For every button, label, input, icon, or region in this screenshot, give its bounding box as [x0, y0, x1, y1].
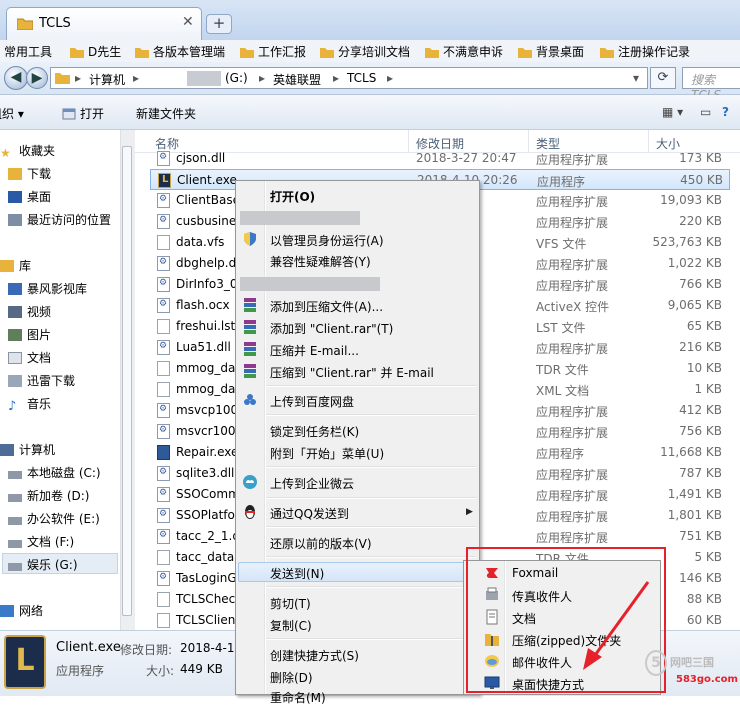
watermark-brand: 网吧三国: [670, 656, 714, 669]
annotation-arrow: [583, 581, 650, 670]
watermark-logo-icon: 5: [645, 650, 667, 676]
watermark-url: 583go.com: [676, 674, 738, 685]
